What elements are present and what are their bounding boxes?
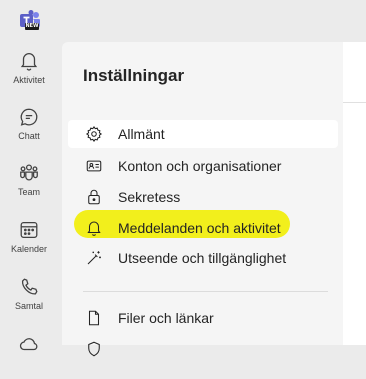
settings-item-label: Konton och organisationer: [118, 158, 282, 174]
rail-item-chatt[interactable]: Chatt: [0, 98, 58, 152]
settings-item-filer[interactable]: Filer och länkar: [68, 304, 338, 332]
shield-icon: [88, 341, 100, 357]
main-content-area: [343, 42, 366, 345]
settings-item-label: Filer och länkar: [118, 310, 214, 326]
menu-separator: [83, 291, 328, 292]
magic-wand-icon: [87, 251, 101, 265]
settings-item-label: Meddelanden och aktivitet: [118, 220, 281, 236]
rail-item-team[interactable]: Team: [0, 154, 58, 208]
rail-item-kalender[interactable]: Kalender: [0, 211, 58, 265]
settings-item-allmant[interactable]: Allmänt: [68, 120, 338, 148]
settings-item-meddelanden[interactable]: Meddelanden och aktivitet: [68, 214, 338, 242]
rail-label: Chatt: [18, 131, 40, 141]
rail-label: Team: [17, 187, 40, 197]
gear-icon: [85, 125, 103, 143]
settings-item-utseende[interactable]: Utseende och tillgänglighet: [68, 244, 338, 272]
bell-icon: [87, 221, 101, 236]
page-title: Inställningar: [83, 66, 185, 85]
settings-item-label: Sekretess: [118, 189, 181, 205]
settings-item-partial[interactable]: [68, 335, 338, 363]
id-card-icon: [86, 160, 102, 172]
title-bar: NEW: [0, 0, 366, 42]
cloud-icon: [19, 338, 38, 351]
rail-item-more[interactable]: [0, 325, 58, 379]
new-badge: NEW: [25, 23, 39, 30]
rail-label: Samtal: [14, 301, 43, 311]
settings-item-label: Utseende och tillgänglighet: [118, 250, 287, 266]
team-icon: [20, 164, 38, 181]
app-rail: Aktivitet Chatt Team Kalender Samtal: [0, 42, 58, 351]
calendar-icon: [20, 222, 38, 238]
chat-icon: [20, 108, 38, 126]
phone-icon: [21, 278, 38, 295]
settings-item-sekretess[interactable]: Sekretess: [68, 183, 338, 211]
rail-item-aktivitet[interactable]: Aktivitet: [0, 42, 58, 96]
settings-panel: Inställningar Allmänt Konton och organis…: [62, 42, 343, 357]
bell-icon: [20, 53, 38, 71]
settings-item-label: Allmänt: [118, 126, 165, 142]
main-divider: [343, 102, 366, 103]
settings-item-konton[interactable]: Konton och organisationer: [68, 152, 338, 180]
rail-label: Aktivitet: [13, 75, 45, 85]
file-icon: [88, 310, 100, 326]
rail-label: Kalender: [10, 244, 48, 254]
rail-item-samtal[interactable]: Samtal: [0, 268, 58, 322]
lock-icon: [88, 189, 100, 205]
